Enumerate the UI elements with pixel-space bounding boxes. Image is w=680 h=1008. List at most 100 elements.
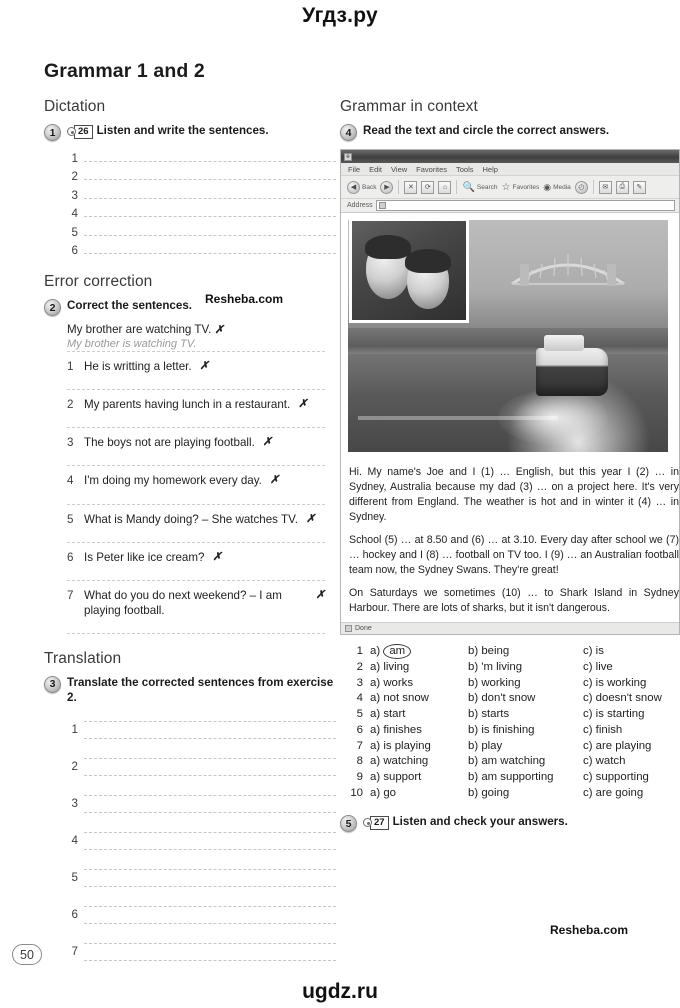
menu-favorites[interactable]: Favorites	[416, 165, 447, 174]
translation-line[interactable]: 5	[64, 859, 336, 896]
option-b[interactable]: b) working	[468, 676, 583, 692]
option-a[interactable]: a) support	[370, 770, 468, 786]
translation-line[interactable]: 4	[64, 822, 336, 859]
write-line[interactable]	[84, 720, 336, 722]
write-line[interactable]	[84, 959, 336, 961]
write-line[interactable]	[84, 737, 336, 739]
search-button[interactable]: 🔍 Search	[462, 182, 497, 193]
mail-icon[interactable]: ✉	[598, 180, 612, 194]
write-line[interactable]	[84, 757, 336, 759]
reading-paragraph-1: Hi. My name's Joe and I (1) … English, b…	[349, 466, 679, 524]
option-a[interactable]: a) finishes	[370, 723, 468, 739]
favorites-label: Favorites	[512, 183, 540, 191]
option-b[interactable]: b) going	[468, 786, 583, 802]
write-line[interactable]	[84, 160, 336, 162]
option-c-text: doesn't snow	[595, 692, 662, 705]
write-line[interactable]	[84, 868, 336, 870]
answer-blank[interactable]	[67, 389, 325, 391]
answer-blank[interactable]	[67, 541, 325, 543]
option-c[interactable]: c) doesn't snow	[583, 691, 670, 707]
option-c[interactable]: c) live	[583, 660, 670, 676]
audio-track-token-27[interactable]: 27	[363, 815, 389, 830]
option-c[interactable]: c) watch	[583, 754, 670, 770]
media-button[interactable]: ◉ Media	[543, 182, 571, 193]
write-line[interactable]	[84, 179, 336, 180]
menu-tools[interactable]: Tools	[456, 165, 474, 174]
menu-view[interactable]: View	[391, 165, 407, 174]
write-line[interactable]	[84, 885, 336, 887]
exercise-4-badge: 4	[340, 124, 357, 141]
translation-line[interactable]: 1	[64, 711, 336, 748]
browser-addressbar: Address	[341, 199, 679, 213]
option-c[interactable]: c) is working	[583, 676, 670, 692]
write-line[interactable]	[84, 831, 336, 833]
option-b[interactable]: b) 'm living	[468, 660, 583, 676]
write-line[interactable]	[84, 942, 336, 944]
audio-track-token-26[interactable]: 26	[67, 124, 93, 139]
write-line[interactable]	[84, 794, 336, 796]
dictation-line[interactable]: 1	[64, 146, 336, 165]
menu-edit[interactable]: Edit	[369, 165, 382, 174]
dictation-line[interactable]: 6	[64, 239, 336, 257]
option-b[interactable]: b) am watching	[468, 754, 583, 770]
favorites-button[interactable]: ☆ Favorites	[502, 182, 540, 193]
option-a[interactable]: a) watching	[370, 754, 468, 770]
translation-line[interactable]: 3	[64, 785, 336, 822]
write-line[interactable]	[84, 905, 336, 907]
stop-icon[interactable]: ✕	[404, 180, 418, 194]
option-c[interactable]: c) supporting	[583, 770, 670, 786]
write-line[interactable]	[84, 197, 336, 199]
translation-line[interactable]: 2	[64, 748, 336, 785]
option-b[interactable]: b) play	[468, 739, 583, 755]
edit-page-icon[interactable]: ✎	[632, 180, 646, 194]
write-line[interactable]	[84, 774, 336, 776]
option-a[interactable]: a) is playing	[370, 739, 468, 755]
write-line[interactable]	[84, 848, 336, 850]
menu-help[interactable]: Help	[483, 165, 498, 174]
answer-blank[interactable]	[67, 632, 325, 634]
option-b[interactable]: b) being	[468, 644, 583, 660]
forward-button[interactable]: ▶	[380, 180, 394, 194]
answer-blank[interactable]	[67, 465, 325, 467]
address-input[interactable]	[375, 200, 675, 211]
history-icon[interactable]: ◴	[574, 180, 588, 194]
print-icon[interactable]: ⎙	[615, 180, 629, 194]
option-a[interactable]: a) am	[370, 644, 468, 660]
option-b[interactable]: b) am supporting	[468, 770, 583, 786]
translation-line[interactable]: 6	[64, 896, 336, 933]
option-c[interactable]: c) is	[583, 644, 670, 660]
answer-blank[interactable]	[67, 427, 325, 429]
home-icon[interactable]: ⌂	[438, 180, 452, 194]
dictation-line[interactable]: 3	[64, 183, 336, 202]
refresh-icon[interactable]: ⟳	[421, 180, 435, 194]
menu-file[interactable]: File	[348, 165, 360, 174]
write-line[interactable]	[84, 216, 336, 217]
option-b-text: being	[481, 645, 510, 658]
write-line[interactable]	[84, 811, 336, 813]
option-b[interactable]: b) don't snow	[468, 691, 583, 707]
option-c[interactable]: c) finish	[583, 723, 670, 739]
dictation-line[interactable]: 5	[64, 220, 336, 239]
back-button[interactable]: ◀ Back	[347, 180, 376, 194]
answer-blank[interactable]	[67, 579, 325, 581]
option-a[interactable]: a) go	[370, 786, 468, 802]
option-c[interactable]: c) are going	[583, 786, 670, 802]
answer-blank[interactable]	[67, 503, 325, 505]
option-a[interactable]: a) start	[370, 707, 468, 723]
option-a[interactable]: a) works	[370, 676, 468, 692]
write-line[interactable]	[84, 234, 336, 236]
option-c[interactable]: c) are playing	[583, 739, 670, 755]
dictation-line[interactable]: 4	[64, 202, 336, 220]
option-b[interactable]: b) is finishing	[468, 723, 583, 739]
option-a[interactable]: a) living	[370, 660, 468, 676]
option-c-text: is starting	[595, 708, 645, 721]
translation-line[interactable]: 7	[64, 933, 336, 970]
write-line[interactable]	[84, 253, 336, 254]
dictation-line[interactable]: 2	[64, 165, 336, 183]
track-number: 26	[74, 124, 93, 139]
option-c[interactable]: c) is starting	[583, 707, 670, 723]
write-line[interactable]	[84, 922, 336, 924]
option-a[interactable]: a) not snow	[370, 691, 468, 707]
dictation-answer-lines: 1 2 3 4 5 6	[64, 146, 336, 257]
option-b[interactable]: b) starts	[468, 707, 583, 723]
